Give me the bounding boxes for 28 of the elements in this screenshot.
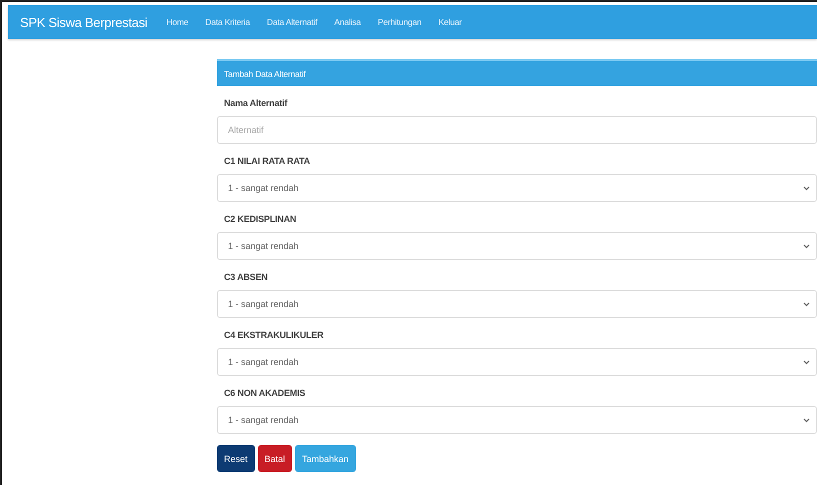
field-label: C3 ABSEN: [223, 272, 269, 282]
chevron-icon: [803, 244, 810, 248]
nav-link[interactable]: Home: [166, 17, 188, 27]
form-button[interactable]: Tambahkan: [295, 445, 356, 472]
field-label: Nama Alternatif: [223, 98, 288, 108]
nav-link[interactable]: Data Alternatif: [266, 17, 318, 27]
nav-link[interactable]: Analisa: [334, 17, 361, 27]
field-label: C6 NON AKADEMIS: [223, 388, 306, 398]
field-label: C2 KEDISPLINAN: [223, 214, 298, 224]
nav-link[interactable]: Perhitungan: [378, 17, 422, 27]
field-label: C1 NILAI RATA RATA: [223, 156, 311, 166]
select-field[interactable]: 1 - sangat rendah: [217, 290, 817, 318]
input-field[interactable]: Alternatif: [217, 116, 817, 144]
chevron-icon: [803, 186, 810, 190]
chevron-icon: [803, 302, 810, 306]
form-button[interactable]: Batal: [258, 445, 292, 472]
select-field[interactable]: 1 - sangat rendah: [217, 348, 817, 376]
form-button[interactable]: Reset: [217, 445, 255, 472]
select-field[interactable]: 1 - sangat rendah: [217, 174, 817, 202]
nav-link[interactable]: Data Kriteria: [205, 17, 250, 27]
chevron-icon: [803, 418, 810, 422]
field-label: C4 EKSTRAKULIKULER: [223, 330, 324, 340]
select-field[interactable]: 1 - sangat rendah: [217, 232, 817, 260]
brand[interactable]: SPK Siswa Berprestasi: [20, 14, 148, 30]
panel-heading: Tambah Data Alternatif: [217, 59, 817, 86]
chevron-icon: [803, 360, 810, 364]
select-field[interactable]: 1 - sangat rendah: [217, 406, 817, 434]
nav-link[interactable]: Keluar: [438, 17, 462, 27]
